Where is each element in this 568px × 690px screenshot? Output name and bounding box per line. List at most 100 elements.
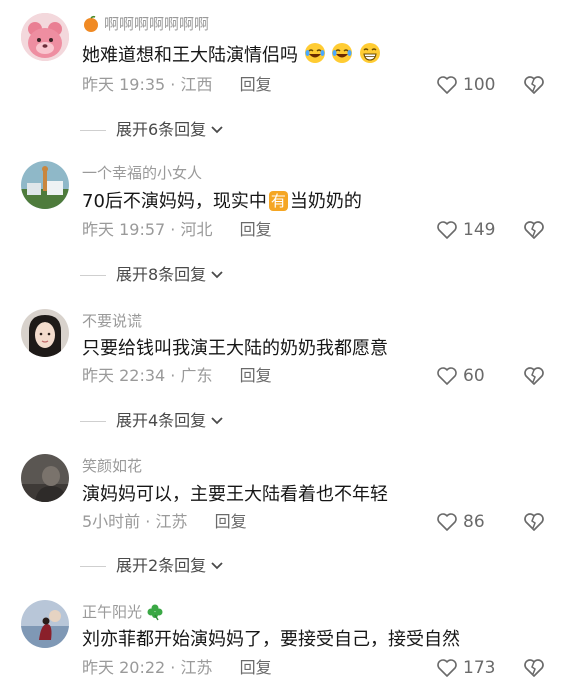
username: 不要说谎 — [82, 312, 143, 330]
like-button[interactable]: 60 — [436, 365, 485, 387]
like-count: 60 — [463, 366, 485, 386]
comment-text-after: 当奶奶的 — [289, 191, 362, 212]
username-row[interactable]: 不要说谎 — [82, 311, 142, 331]
orange-fruit-icon — [84, 15, 98, 32]
comment-meta: 昨天 19:35 · 江西 回复 — [82, 74, 272, 96]
dislike-button[interactable] — [522, 219, 546, 245]
avatar[interactable] — [21, 309, 69, 357]
expand-replies-button[interactable]: 展开8条回复 — [80, 264, 224, 286]
avatar[interactable] — [21, 161, 69, 209]
broken-heart-icon — [524, 513, 544, 531]
like-button[interactable]: 149 — [436, 219, 495, 241]
comment-time: 昨天 22:34 — [82, 366, 166, 385]
username-row[interactable]: 正午阳光 — [82, 602, 164, 622]
divider-line — [80, 129, 106, 131]
dislike-button[interactable] — [522, 657, 546, 683]
sea-photo-avatar-icon — [21, 600, 69, 648]
expand-replies-label: 展开8条回复 — [116, 265, 207, 284]
highlight-badge: 有 — [268, 191, 288, 211]
comment-time: 昨天 19:35 — [82, 75, 166, 94]
broken-heart-icon — [524, 367, 544, 385]
avatar[interactable] — [21, 13, 69, 61]
meta-separator: · — [165, 366, 181, 385]
heart-icon — [437, 367, 457, 385]
crying-laughing-emoji-icon — [332, 43, 353, 63]
pink-bear-avatar-icon — [21, 13, 69, 61]
meta-separator: · — [165, 658, 181, 677]
expand-replies-button[interactable]: 展开6条回复 — [80, 119, 224, 141]
expand-replies-label: 展开4条回复 — [116, 411, 207, 430]
comment-text: 刘亦菲都开始演妈妈了，要接受自己，接受自然 — [82, 627, 460, 653]
dislike-button[interactable] — [522, 365, 546, 391]
reply-button[interactable]: 回复 — [240, 220, 272, 239]
comment-text-body: 只要给钱叫我演王大陆的奶奶我都愿意 — [82, 338, 388, 359]
username-row[interactable]: 啊啊啊啊啊啊啊 — [82, 14, 209, 34]
grin-emoji-icon — [360, 43, 381, 63]
crying-laughing-emoji-icon — [304, 43, 325, 63]
broken-heart-icon — [524, 659, 544, 677]
meta-separator: · — [165, 75, 181, 94]
comment-meta: 昨天 19:57 · 河北 回复 — [82, 219, 272, 241]
comment-meta: 昨天 22:34 · 广东 回复 — [82, 365, 272, 387]
comment-text: 她难道想和王大陆演情侣吗 — [82, 42, 381, 69]
reply-button[interactable]: 回复 — [215, 512, 247, 531]
username-row[interactable]: 笑颜如花 — [82, 456, 142, 476]
reply-button[interactable]: 回复 — [240, 366, 272, 385]
comment-location: 河北 — [180, 220, 213, 239]
comment-time: 昨天 20:22 — [82, 658, 166, 677]
comment-text-before: 70后不演妈妈，现实中 — [82, 191, 267, 212]
comment-location: 江苏 — [180, 658, 213, 677]
dislike-button[interactable] — [522, 511, 546, 537]
expand-replies-button[interactable]: 展开4条回复 — [80, 410, 224, 432]
comment-time: 昨天 19:57 — [82, 220, 166, 239]
like-count: 100 — [463, 75, 496, 95]
username: 笑颜如花 — [82, 457, 143, 475]
heart-icon — [437, 659, 457, 677]
expand-replies-label: 展开2条回复 — [116, 556, 207, 575]
comment-meta: 5小时前 · 江苏 回复 — [82, 511, 247, 533]
comment-text: 演妈妈可以，主要王大陆看着也不年轻 — [82, 482, 388, 508]
like-count: 173 — [463, 658, 496, 678]
heart-icon — [437, 76, 457, 94]
username: 一个幸福的小女人 — [82, 164, 203, 182]
broken-heart-icon — [524, 76, 544, 94]
divider-line — [80, 565, 106, 567]
clover-icon — [147, 604, 163, 621]
comment-location: 江西 — [180, 75, 213, 94]
like-button[interactable]: 173 — [436, 657, 495, 679]
like-count: 86 — [463, 512, 485, 532]
meta-separator: · — [140, 512, 156, 531]
chevron-down-icon — [211, 562, 223, 570]
avatar[interactable] — [21, 600, 69, 648]
comment-text: 70后不演妈妈，现实中有当奶奶的 — [82, 189, 362, 215]
like-button[interactable]: 86 — [436, 511, 485, 533]
broken-heart-icon — [524, 221, 544, 239]
comment-location: 广东 — [180, 366, 213, 385]
meta-separator: · — [165, 220, 181, 239]
dislike-button[interactable] — [522, 74, 546, 100]
comment-meta: 昨天 20:22 · 江苏 回复 — [82, 657, 272, 679]
expand-replies-button[interactable]: 展开2条回复 — [80, 555, 224, 577]
divider-line — [80, 274, 106, 276]
expand-replies-label: 展开6条回复 — [116, 120, 207, 139]
comment-location: 江苏 — [155, 512, 188, 531]
divider-line — [80, 420, 106, 422]
comment-time: 5小时前 — [82, 512, 141, 531]
heart-icon — [437, 221, 457, 239]
chevron-down-icon — [211, 271, 223, 279]
avatar[interactable] — [21, 454, 69, 502]
comment-text: 只要给钱叫我演王大陆的奶奶我都愿意 — [82, 336, 388, 362]
comment-text-body: 演妈妈可以，主要王大陆看着也不年轻 — [82, 484, 388, 505]
like-button[interactable]: 100 — [436, 74, 495, 96]
reply-button[interactable]: 回复 — [240, 75, 272, 94]
portrait-avatar-icon — [21, 309, 69, 357]
comment-text-body: 刘亦菲都开始演妈妈了，要接受自己，接受自然 — [82, 629, 460, 650]
like-count: 149 — [463, 220, 496, 240]
username: 啊啊啊啊啊啊啊 — [104, 15, 210, 33]
comment-text-body: 她难道想和王大陆演情侣吗 — [82, 45, 298, 66]
reply-button[interactable]: 回复 — [240, 658, 272, 677]
dark-photo-avatar-icon — [21, 454, 69, 502]
username-row[interactable]: 一个幸福的小女人 — [82, 163, 202, 183]
username: 正午阳光 — [82, 603, 143, 621]
chevron-down-icon — [211, 126, 223, 134]
